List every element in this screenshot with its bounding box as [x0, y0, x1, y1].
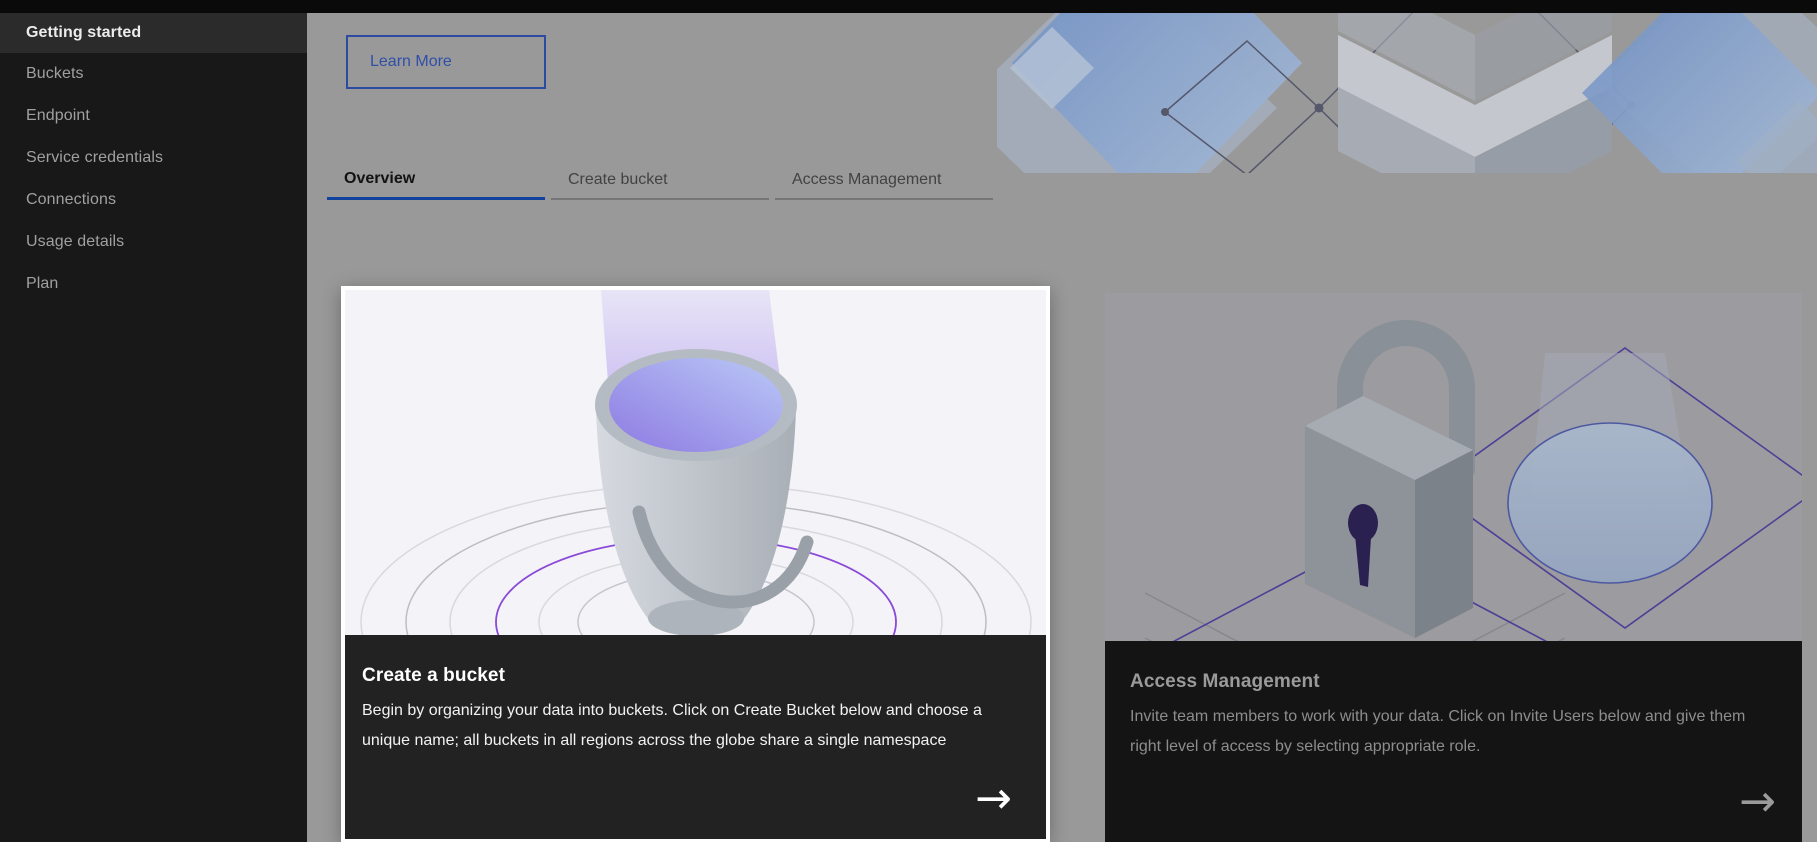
tab-create-bucket[interactable]: Create bucket: [551, 160, 769, 200]
screen: Getting started Buckets Endpoint Service…: [0, 0, 1817, 842]
padlock-graphic: [1105, 293, 1802, 641]
sidebar-item-label: Connections: [26, 191, 116, 209]
tab-label: Create bucket: [568, 171, 668, 189]
sidebar-item-label: Usage details: [26, 233, 124, 251]
sidebar-item-usage-details[interactable]: Usage details: [0, 221, 307, 263]
sidebar-item-plan[interactable]: Plan: [0, 263, 307, 305]
card-description: Begin by organizing your data into bucke…: [362, 696, 990, 756]
sidebar-item-label: Buckets: [26, 65, 84, 83]
tab-overview[interactable]: Overview: [327, 160, 545, 200]
sidebar-item-buckets[interactable]: Buckets: [0, 53, 307, 95]
access-management-card-panel: Access Management Invite team members to…: [1105, 641, 1802, 842]
card-title: Create a bucket: [362, 665, 1006, 687]
learn-more-label: Learn More: [370, 53, 452, 71]
arrow-right-icon[interactable]: →: [1739, 787, 1776, 817]
sidebar: Getting started Buckets Endpoint Service…: [0, 0, 307, 842]
sidebar-item-label: Getting started: [26, 24, 141, 42]
bucket-illustration: [345, 290, 1046, 635]
sidebar-item-endpoint[interactable]: Endpoint: [0, 95, 307, 137]
top-header-bar: [0, 0, 1817, 13]
access-management-card[interactable]: Access Management Invite team members to…: [1105, 293, 1802, 842]
card-title: Access Management: [1130, 671, 1762, 693]
tabs: Overview Create bucket Access Management: [327, 160, 993, 200]
bucket-graphic: [345, 290, 1046, 635]
tab-access-management[interactable]: Access Management: [775, 160, 993, 200]
arrow-right-icon[interactable]: →: [975, 784, 1012, 814]
padlock-illustration: [1105, 293, 1802, 641]
sidebar-item-service-credentials[interactable]: Service credentials: [0, 137, 307, 179]
create-bucket-card-panel: Create a bucket Begin by organizing your…: [345, 635, 1046, 839]
sidebar-item-label: Plan: [26, 275, 58, 293]
sidebar-item-label: Endpoint: [26, 107, 90, 125]
tab-label: Overview: [344, 170, 415, 188]
isometric-cubes-graphic: [997, 13, 1817, 173]
create-bucket-card[interactable]: Create a bucket Begin by organizing your…: [341, 286, 1050, 842]
learn-more-button[interactable]: Learn More: [346, 35, 546, 89]
sidebar-item-connections[interactable]: Connections: [0, 179, 307, 221]
tab-label: Access Management: [792, 171, 941, 189]
hero-illustration: [997, 13, 1817, 173]
sidebar-item-label: Service credentials: [26, 149, 163, 167]
card-description: Invite team members to work with your da…: [1130, 702, 1758, 762]
sidebar-item-getting-started[interactable]: Getting started: [0, 13, 307, 53]
